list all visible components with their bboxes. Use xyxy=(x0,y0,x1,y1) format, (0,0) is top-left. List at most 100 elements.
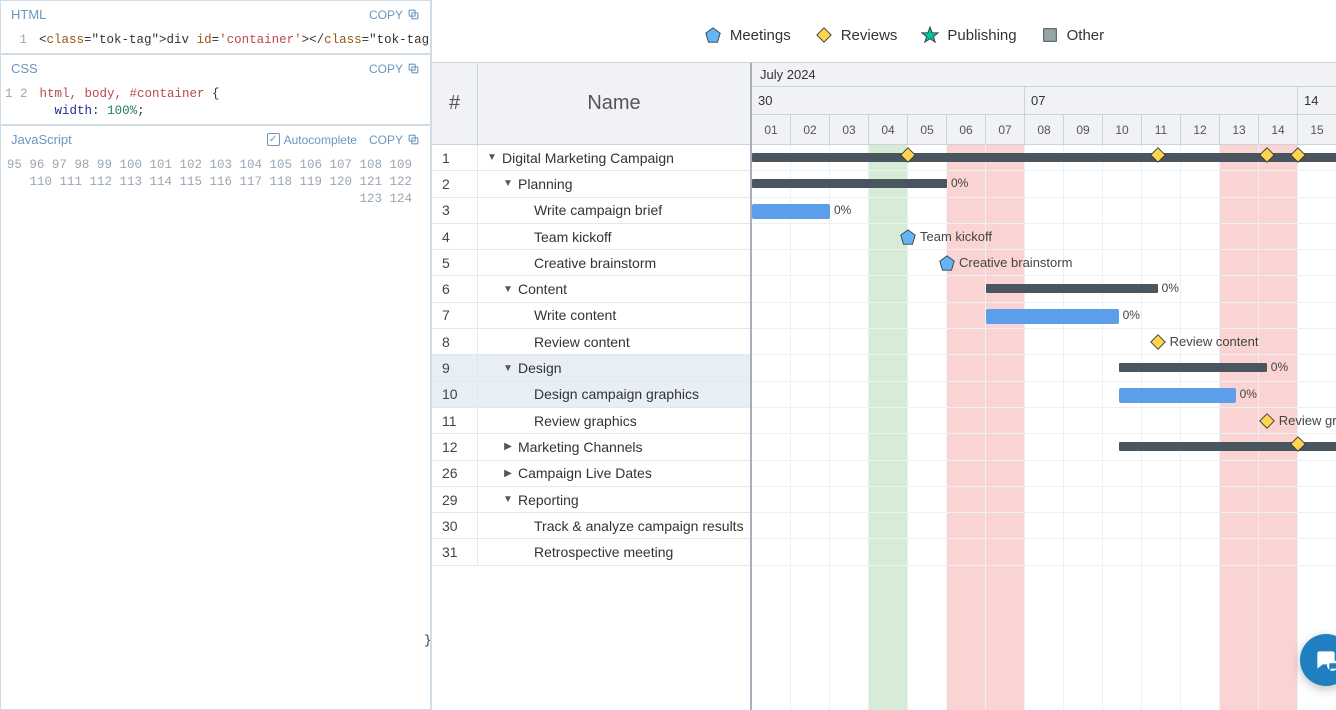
task-bar[interactable] xyxy=(1119,388,1236,403)
week-header: 14 xyxy=(1298,87,1336,115)
row-name: ▶Campaign Live Dates xyxy=(478,461,750,486)
collapse-icon[interactable]: ▼ xyxy=(502,494,514,505)
copy-icon xyxy=(407,62,420,75)
task-bar[interactable] xyxy=(752,204,830,219)
row-number: 9 xyxy=(432,355,478,380)
collapse-icon[interactable]: ▼ xyxy=(486,152,498,163)
row-number: 10 xyxy=(432,382,478,407)
grid-row[interactable]: 29▼Reporting xyxy=(432,487,750,513)
group-bar[interactable] xyxy=(1119,363,1267,372)
row-number: 4 xyxy=(432,224,478,249)
expand-icon[interactable]: ▶ xyxy=(502,441,514,452)
grid-row[interactable]: 6▼Content xyxy=(432,276,750,302)
expand-icon[interactable]: ▶ xyxy=(502,468,514,479)
grid-row[interactable]: 10Design campaign graphics xyxy=(432,382,750,408)
html-copy-button[interactable]: COPY xyxy=(369,8,420,22)
collapse-icon[interactable]: ▼ xyxy=(502,284,514,295)
js-copy-button[interactable]: COPY xyxy=(369,133,420,147)
row-number: 12 xyxy=(432,434,478,459)
grid-row[interactable]: 8Review content xyxy=(432,329,750,355)
diamond-icon xyxy=(1289,435,1307,453)
day-header: 01 xyxy=(752,115,791,144)
day-header: 15 xyxy=(1298,115,1336,144)
day-header: 02 xyxy=(791,115,830,144)
copy-icon xyxy=(407,8,420,21)
task-row xyxy=(752,434,1336,460)
task-row xyxy=(752,539,1336,565)
legend-item-meetings[interactable]: Meetings xyxy=(704,26,791,44)
day-header: 03 xyxy=(830,115,869,144)
row-number: 6 xyxy=(432,276,478,301)
diamond-icon[interactable] xyxy=(1258,412,1276,430)
grid-row[interactable]: 26▶Campaign Live Dates xyxy=(432,461,750,487)
grid-row[interactable]: 7Write content xyxy=(432,303,750,329)
grid-row[interactable]: 9▼Design xyxy=(432,355,750,381)
row-name: Write content xyxy=(478,303,750,328)
grid-row[interactable]: 31Retrospective meeting xyxy=(432,539,750,565)
legend-label: Publishing xyxy=(947,27,1016,44)
row-number: 7 xyxy=(432,303,478,328)
day-header: 12 xyxy=(1181,115,1220,144)
row-name: Review graphics xyxy=(478,408,750,433)
grid-row[interactable]: 4Team kickoff xyxy=(432,224,750,250)
task-row xyxy=(752,461,1336,487)
grid-row[interactable]: 3Write campaign brief xyxy=(432,198,750,224)
collapse-icon[interactable]: ▼ xyxy=(502,363,514,374)
diamond-icon xyxy=(1289,146,1307,164)
progress-label: 0% xyxy=(1123,308,1140,322)
legend-label: Meetings xyxy=(730,27,791,44)
grid-row[interactable]: 2▼Planning xyxy=(432,171,750,197)
row-number: 31 xyxy=(432,539,478,564)
row-name: Track & analyze campaign results xyxy=(478,513,750,538)
grid-row[interactable]: 1▼Digital Marketing Campaign xyxy=(432,145,750,171)
html-editor[interactable]: 1 <class="tok-tag">div id='container'></… xyxy=(1,28,430,53)
day-header: 13 xyxy=(1220,115,1259,144)
day-header: 04 xyxy=(869,115,908,144)
row-number: 11 xyxy=(432,408,478,433)
grid-row[interactable]: 11Review graphics xyxy=(432,408,750,434)
grid-row[interactable]: 12▶Marketing Channels xyxy=(432,434,750,460)
milestone-label: Review graphics xyxy=(1279,413,1336,428)
row-name: Design campaign graphics xyxy=(478,382,750,407)
pentagon-icon[interactable] xyxy=(938,254,956,272)
pentagon-icon[interactable] xyxy=(899,228,917,246)
row-name: ▼Planning xyxy=(478,171,750,196)
css-editor[interactable]: 1 2 html, body, #container { width: 100%… xyxy=(1,82,430,124)
group-bar[interactable] xyxy=(752,179,947,188)
legend-item-reviews[interactable]: Reviews xyxy=(815,26,898,44)
copy-icon xyxy=(407,133,420,146)
grid-row[interactable]: 30Track & analyze campaign results xyxy=(432,513,750,539)
timeline-month: July 2024 xyxy=(752,63,1336,87)
collapse-icon[interactable]: ▼ xyxy=(502,178,514,189)
css-copy-button[interactable]: COPY xyxy=(369,62,420,76)
checkbox-icon xyxy=(267,133,280,146)
day-header: 10 xyxy=(1103,115,1142,144)
row-number: 2 xyxy=(432,171,478,196)
row-number: 8 xyxy=(432,329,478,354)
html-panel: HTML COPY 1 <class="tok-tag">div id='con… xyxy=(0,0,431,54)
js-editor[interactable]: 95 96 97 98 99 100 101 102 103 104 105 1… xyxy=(1,153,430,709)
row-number: 5 xyxy=(432,250,478,275)
autocomplete-toggle[interactable]: Autocomplete xyxy=(267,133,357,147)
row-name: ▶Marketing Channels xyxy=(478,434,750,459)
task-row: 0% xyxy=(752,198,1336,224)
group-bar[interactable] xyxy=(986,284,1158,293)
gantt-grid: # Name 1▼Digital Marketing Campaign2▼Pla… xyxy=(432,63,752,710)
progress-label: 0% xyxy=(1271,360,1288,374)
day-header: 09 xyxy=(1064,115,1103,144)
grid-row[interactable]: 5Creative brainstorm xyxy=(432,250,750,276)
legend-item-publishing[interactable]: Publishing xyxy=(921,26,1016,44)
html-panel-title: HTML xyxy=(11,7,46,22)
day-header: 06 xyxy=(947,115,986,144)
legend-item-other[interactable]: Other xyxy=(1041,26,1105,44)
row-name: Write campaign brief xyxy=(478,198,750,223)
timeline[interactable]: July 2024 300714 01020304050607080910111… xyxy=(752,63,1336,710)
group-bar[interactable] xyxy=(752,153,1336,162)
row-number: 30 xyxy=(432,513,478,538)
js-panel-title: JavaScript xyxy=(11,132,72,147)
gantt-chart: MeetingsReviewsPublishingOther # Name 1▼… xyxy=(432,0,1336,710)
day-header: 11 xyxy=(1142,115,1181,144)
diamond-icon[interactable] xyxy=(1149,333,1167,351)
task-bar[interactable] xyxy=(986,309,1119,324)
row-name: Creative brainstorm xyxy=(478,250,750,275)
